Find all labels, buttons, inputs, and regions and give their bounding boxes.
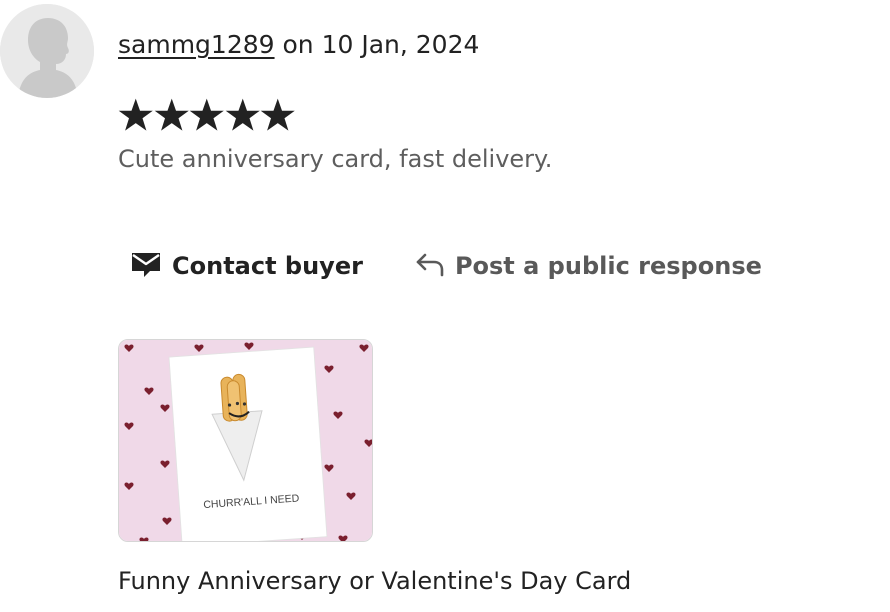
review-meta: sammg1289 on 10 Jan, 2024 (118, 28, 479, 62)
greeting-card-image: CHURR'ALL I NEED (119, 340, 372, 541)
review-actions: Contact buyer Post a public response (118, 246, 762, 286)
star-icon (154, 96, 190, 134)
post-public-response-label: Post a public response (454, 252, 762, 280)
contact-buyer-button[interactable]: Contact buyer (118, 248, 363, 284)
reply-arrow-icon (415, 249, 445, 283)
listing-title-link[interactable]: Funny Anniversary or Valentine's Day Car… (118, 564, 631, 598)
star-icon (189, 96, 225, 134)
star-icon (225, 96, 261, 134)
envelope-icon (130, 248, 162, 284)
contact-buyer-label: Contact buyer (172, 252, 363, 280)
card: CHURR'ALL I NEED (168, 346, 328, 541)
star-icon (118, 96, 154, 134)
post-public-response-button[interactable]: Post a public response (415, 249, 762, 283)
review-text: Cute anniversary card, fast delivery. (118, 145, 553, 173)
listing-thumbnail[interactable]: CHURR'ALL I NEED (118, 339, 373, 542)
default-user-icon (0, 4, 94, 98)
reviewer-username-link[interactable]: sammg1289 (118, 30, 275, 59)
star-rating (118, 96, 296, 134)
avatar[interactable] (0, 4, 94, 98)
star-icon (260, 96, 296, 134)
review-date: on 10 Jan, 2024 (274, 30, 480, 59)
